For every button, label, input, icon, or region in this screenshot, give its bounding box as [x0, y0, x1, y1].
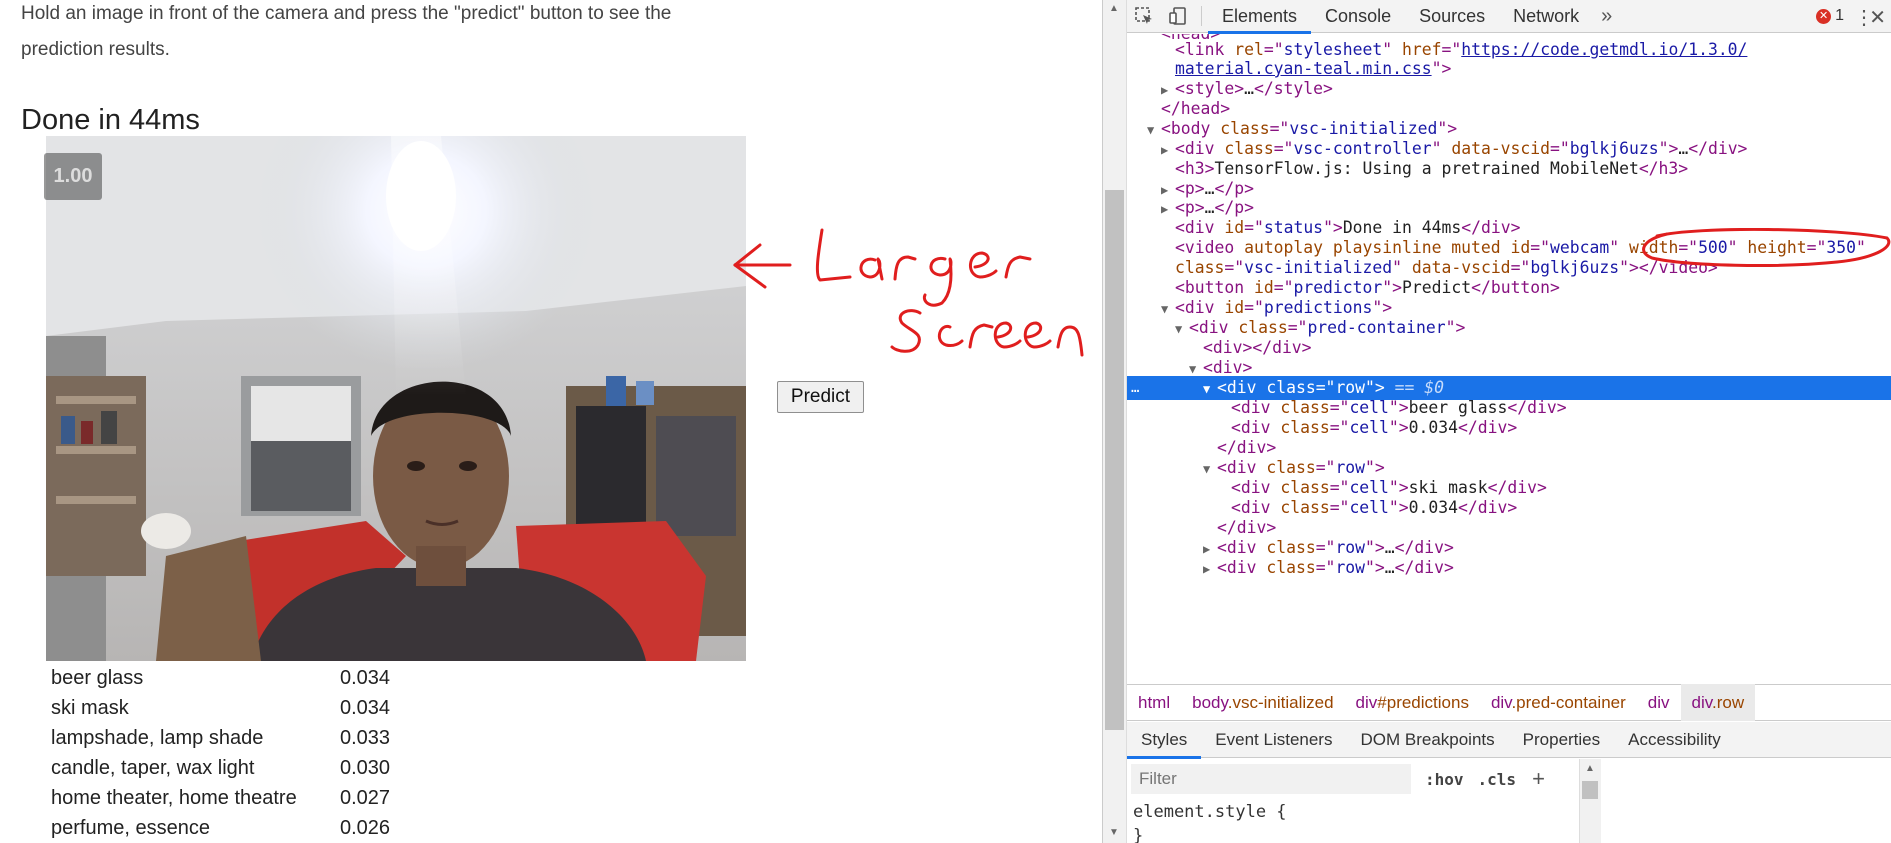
intro-line-2: prediction results. [21, 39, 170, 60]
prediction-row: lampshade, lamp shade 0.033 [51, 723, 420, 753]
breadcrumb-pred-container[interactable]: div.pred-container [1480, 684, 1637, 721]
scrollbar-thumb[interactable] [1582, 781, 1598, 799]
breadcrumb-html[interactable]: html [1127, 684, 1181, 721]
scroll-up-icon[interactable]: ▲ [1107, 2, 1121, 16]
prediction-score: 0.026 [340, 817, 391, 839]
customize-menu-icon[interactable]: ⋮ [1854, 5, 1874, 30]
expand-triangle-icon[interactable]: ▶ [1203, 557, 1217, 581]
prediction-row: perfume, essence 0.026 [51, 813, 420, 843]
devtools-toolbar: Elements Console Sources Network » ✕ 1 ⋮… [1127, 0, 1891, 34]
prediction-row: ski mask 0.034 [51, 693, 420, 723]
status-text: Done in 44ms [21, 104, 200, 136]
scroll-up-icon[interactable]: ▲ [1585, 763, 1595, 774]
styles-filter-input[interactable] [1131, 764, 1411, 794]
dom-node-row-collapsed[interactable]: ▶ <div class="row">…</div> [1127, 556, 1891, 580]
tab-elements[interactable]: Elements [1208, 0, 1312, 34]
error-icon: ✕ [1816, 8, 1832, 24]
hand-drawn-annotation [733, 228, 1084, 357]
fps-counter: 1.00 [44, 153, 102, 200]
cls-toggle[interactable]: .cls [1478, 770, 1517, 789]
breadcrumb-row[interactable]: div.row [1680, 684, 1756, 721]
prediction-score: 0.027 [340, 787, 391, 809]
error-count-badge[interactable]: ✕ 1 [1816, 7, 1844, 25]
predictions-table: beer glass 0.034 ski mask 0.034 lampshad… [51, 663, 420, 843]
breadcrumb: html body.vsc-initialized div#prediction… [1127, 684, 1891, 721]
scrollbar-thumb[interactable] [1105, 190, 1124, 730]
prediction-row: candle, taper, wax light 0.030 [51, 753, 420, 783]
toolbar-divider [1201, 6, 1202, 26]
element-style-close: } [1133, 826, 1144, 843]
styles-pane[interactable]: element.style { } [1127, 800, 1599, 843]
breadcrumb-predictions[interactable]: div#predictions [1345, 684, 1480, 721]
prediction-row: home theater, home theatre 0.027 [51, 783, 420, 813]
prediction-label: candle, taper, wax light [51, 757, 255, 779]
tab-console[interactable]: Console [1311, 0, 1405, 33]
breadcrumb-body[interactable]: body.vsc-initialized [1181, 684, 1344, 721]
close-icon[interactable]: ✕ [1869, 5, 1886, 30]
prediction-row: beer glass 0.034 [51, 663, 420, 693]
hov-toggle[interactable]: :hov [1425, 770, 1464, 789]
dom-tree[interactable]: <head> <link rel="stylesheet" href="http… [1127, 34, 1891, 684]
tab-network[interactable]: Network [1499, 0, 1593, 33]
webcam-video [46, 136, 746, 661]
prediction-score: 0.034 [340, 697, 391, 719]
prediction-label: beer glass [51, 667, 144, 689]
predict-button[interactable]: Predict [777, 381, 864, 413]
new-style-rule-icon[interactable]: + [1532, 766, 1545, 792]
breadcrumb-div[interactable]: div [1637, 684, 1681, 721]
prediction-score: 0.034 [340, 667, 391, 689]
styles-filter-bar: :hov .cls + [1127, 759, 1599, 799]
prediction-score: 0.033 [340, 727, 391, 749]
prediction-label: lampshade, lamp shade [51, 727, 264, 749]
tab-sources[interactable]: Sources [1405, 0, 1499, 33]
prediction-label: ski mask [51, 697, 129, 719]
element-style-rule[interactable]: element.style { [1133, 800, 1598, 824]
tab-styles[interactable]: Styles [1127, 722, 1202, 759]
web-page: Hold an image in front of the camera and… [0, 0, 1102, 843]
device-toolbar-icon[interactable] [1161, 0, 1195, 33]
tab-event-listeners[interactable]: Event Listeners [1201, 722, 1346, 758]
inspect-element-icon[interactable] [1127, 0, 1161, 33]
sidebar-tabs: Styles Event Listeners DOM Breakpoints P… [1127, 722, 1891, 759]
prediction-label: perfume, essence [51, 817, 210, 839]
tab-accessibility[interactable]: Accessibility [1614, 722, 1735, 758]
red-circle-annotation [1642, 228, 1891, 267]
intro-line-1: Hold an image in front of the camera and… [21, 3, 672, 24]
prediction-score: 0.030 [340, 757, 391, 779]
page-scrollbar[interactable]: ▲ ▼ [1103, 0, 1127, 843]
tab-properties[interactable]: Properties [1509, 722, 1614, 758]
intro-text: Hold an image in front of the camera and… [21, 0, 761, 68]
prediction-label: home theater, home theatre [51, 787, 297, 809]
devtools-panel: ▲ ▼ Elements Console Sources Network » ✕… [1102, 0, 1891, 843]
stylesheet-link-cont[interactable]: material.cyan-teal.min.css [1175, 59, 1432, 78]
scroll-down-icon[interactable]: ▼ [1107, 826, 1121, 840]
tab-dom-breakpoints[interactable]: DOM Breakpoints [1346, 722, 1508, 758]
more-tabs-icon[interactable]: » [1593, 5, 1620, 28]
styles-scrollbar[interactable]: ▲ [1579, 759, 1601, 843]
error-count: 1 [1835, 7, 1844, 24]
